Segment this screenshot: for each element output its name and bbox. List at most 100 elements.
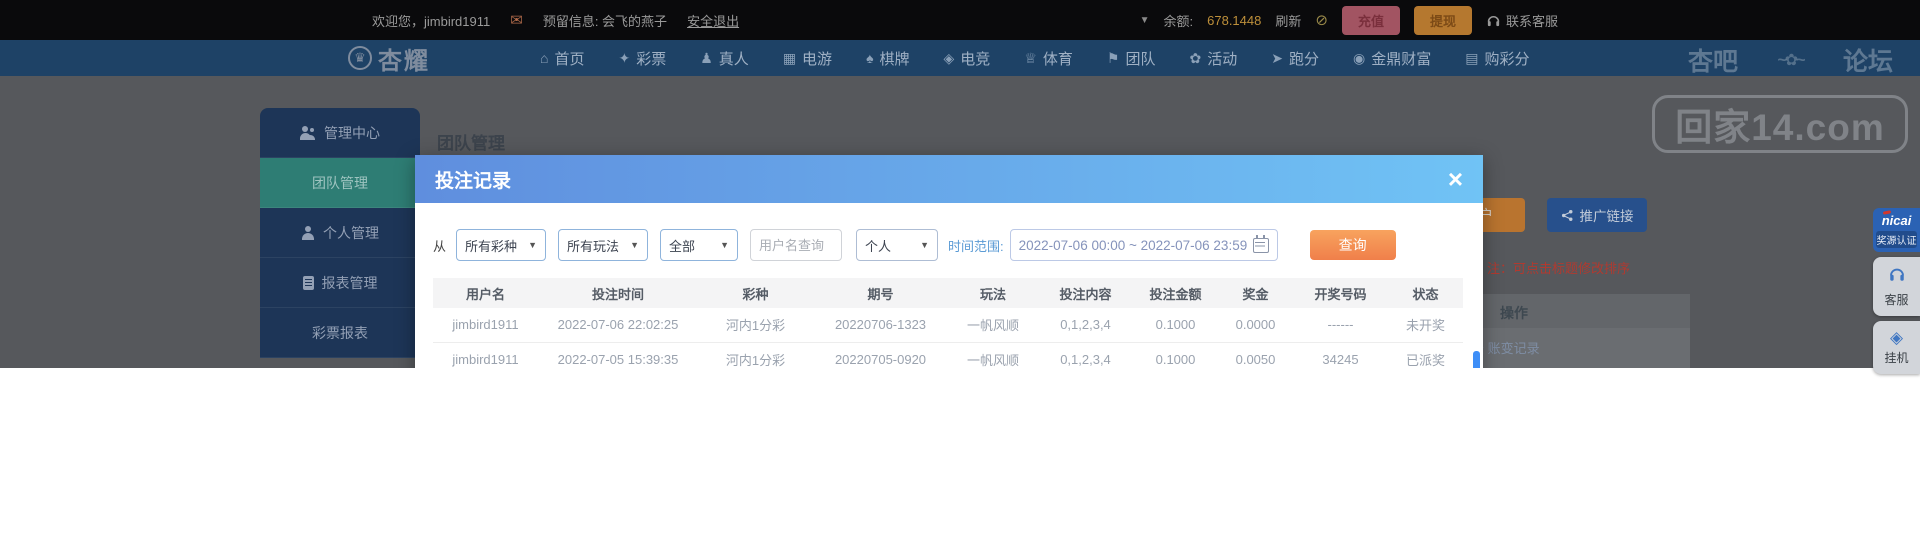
flourish-ornament: ~✿~ xyxy=(1777,52,1805,69)
calendar-icon[interactable] xyxy=(1252,234,1269,253)
nav-item-home[interactable]: ⌂ 首页 xyxy=(540,48,584,69)
nav-label: 电游 xyxy=(802,50,833,68)
withdraw-button[interactable]: 提现 xyxy=(1413,5,1472,35)
floating-widgets: nicai 奖源认证 客服 ◈ 挂机 xyxy=(1873,208,1920,374)
slot-machine-icon: ▦ xyxy=(782,49,797,66)
status-badge: 已派奖 xyxy=(1388,342,1463,368)
cell-bet-time: 2022-07-06 22:02:25 xyxy=(538,308,698,343)
filter-bar: 从 所有彩种 ▼ 所有玩法 ▼ 全部 ▼ 个人 ▼ 时间范围: 2022-07-06 0… xyxy=(433,228,1465,262)
refresh-link[interactable]: 刷新 xyxy=(1275,11,1301,30)
promo-link-label: 推广链接 xyxy=(1579,209,1634,224)
nav-item-sports[interactable]: ♕ 体育 xyxy=(1024,48,1073,69)
col-content[interactable]: 投注内容 xyxy=(1038,278,1133,308)
scope-select[interactable]: 全部 ▼ xyxy=(660,229,739,261)
headset-icon xyxy=(1487,15,1500,26)
col-numbers[interactable]: 开奖号码 xyxy=(1293,278,1388,308)
nav-label: 彩票 xyxy=(636,50,667,68)
nav-item-slots[interactable]: ▦ 电游 xyxy=(783,48,832,69)
nav-item-wealth[interactable]: ◉ 金鼎财富 xyxy=(1353,48,1431,69)
cell-play: 一帆风顺 xyxy=(948,342,1038,368)
person-select[interactable]: 个人 ▼ xyxy=(856,229,939,261)
mail-icon[interactable]: ✉ xyxy=(510,11,523,29)
nav-item-lottery[interactable]: ✦ 彩票 xyxy=(618,48,666,69)
table-scrollbar[interactable] xyxy=(1473,351,1480,368)
modal-title: 投注记录 xyxy=(435,170,512,192)
home-icon: ⌂ xyxy=(540,50,549,66)
sidebar-item-label: 管理中心 xyxy=(324,124,380,141)
site-logo[interactable]: ♛ 杏耀 xyxy=(348,41,430,76)
col-prize[interactable]: 奖金 xyxy=(1218,278,1293,308)
nav-item-team[interactable]: ⚑ 团队 xyxy=(1107,48,1156,69)
nav-item-cards[interactable]: ♠ 棋牌 xyxy=(866,48,909,69)
bet-record-table: 用户名 投注时间 彩种 期号 玩法 投注内容 投注金额 奖金 开奖号码 状态 j… xyxy=(433,278,1463,368)
col-play[interactable]: 玩法 xyxy=(948,278,1038,308)
col-amount[interactable]: 投注金额 xyxy=(1133,278,1218,308)
sidebar-item-lottery-report[interactable]: 彩票报表 xyxy=(260,308,420,358)
date-range-input[interactable]: 2022-07-06 00:00 ~ 2022-07-06 23:59 xyxy=(1009,229,1278,261)
close-icon[interactable]: × xyxy=(1448,166,1463,192)
nicai-cert-widget[interactable]: nicai 奖源认证 xyxy=(1873,208,1920,252)
document-icon xyxy=(302,275,314,290)
col-username[interactable]: 用户名 xyxy=(433,278,538,308)
modal-header: 投注记录 × xyxy=(415,155,1483,203)
table-row: jimbird1911 2022-07-05 15:39:35 河内1分彩 20… xyxy=(433,342,1463,368)
contact-service[interactable]: 联系客服 xyxy=(1486,11,1558,30)
col-lottery[interactable]: 彩种 xyxy=(698,278,813,308)
cell-lottery: 河内1分彩 xyxy=(698,342,813,368)
scope-value: 全部 xyxy=(669,238,696,254)
play-type-select[interactable]: 所有玩法 ▼ xyxy=(558,229,649,261)
sidebar-item-label: 彩票报表 xyxy=(312,324,368,341)
nav-item-esports[interactable]: ◈ 电竞 xyxy=(944,48,991,69)
date-range-value: 2022-07-06 00:00 ~ 2022-07-06 23:59 xyxy=(1018,237,1248,253)
cell-content: 0,1,2,3,4 xyxy=(1038,308,1133,343)
nav-label: 首页 xyxy=(554,50,585,68)
top-bar-right: ▼ 余额: 678.1448 刷新 ⊘ 充值 提现 联系客服 xyxy=(1140,5,1558,35)
hangup-label: 挂机 xyxy=(1884,351,1909,365)
nav-item-goucaifen[interactable]: ▤ 购彩分 xyxy=(1465,48,1529,69)
sidebar-item-personal-management[interactable]: 个人管理 xyxy=(260,208,420,258)
page: 欢迎您，jimbird1911 ✉ 预留信息: 会飞的燕子 安全退出 ▼ 余额:… xyxy=(0,0,1920,548)
col-bet-time[interactable]: 投注时间 xyxy=(538,278,698,308)
site-logo-text: 杏耀 xyxy=(378,47,430,75)
person-icon xyxy=(301,225,315,240)
chevron-down-icon: ▼ xyxy=(630,240,640,250)
recharge-button[interactable]: 充值 xyxy=(1341,5,1400,35)
sidebar-item-team-management[interactable]: 团队管理 xyxy=(260,158,420,208)
promo-link-button[interactable]: 推广链接 xyxy=(1547,198,1647,232)
cell-amount: 0.1000 xyxy=(1133,308,1218,343)
cell-lottery: 河内1分彩 xyxy=(698,308,813,343)
nav-label: 真人 xyxy=(718,50,749,68)
eye-slash-icon[interactable]: ⊘ xyxy=(1315,11,1328,29)
hangup-widget[interactable]: ◈ 挂机 xyxy=(1873,321,1920,374)
cell-bet-time: 2022-07-05 15:39:35 xyxy=(538,342,698,368)
col-issue[interactable]: 期号 xyxy=(813,278,948,308)
username-search-input[interactable] xyxy=(750,229,843,261)
sidebar-item-label: 报表管理 xyxy=(321,274,378,291)
customer-service-widget[interactable]: 客服 xyxy=(1873,257,1920,316)
sort-hint-note: 注：可点击标题修改排序 xyxy=(1487,261,1631,276)
time-range-label: 时间范围: xyxy=(948,238,1004,254)
cell-content: 0,1,2,3,4 xyxy=(1038,342,1133,368)
nav-item-paofen[interactable]: ➤ 跑分 xyxy=(1271,48,1319,69)
nav-item-activity[interactable]: ✿ 活动 xyxy=(1189,48,1237,69)
nav-item-live[interactable]: ♟ 真人 xyxy=(700,48,749,69)
welcome-text: 欢迎您，jimbird1911 xyxy=(372,13,491,29)
gamepad-icon: ◈ xyxy=(943,49,955,66)
cell-issue: 20220706-1323 xyxy=(813,308,948,343)
share-icon xyxy=(1561,209,1572,221)
sidebar-item-admin-center[interactable]: 管理中心 xyxy=(260,108,420,158)
logout-link[interactable]: 安全退出 xyxy=(687,11,739,30)
chevron-down-icon[interactable]: ▼ xyxy=(1140,15,1150,26)
col-status[interactable]: 状态 xyxy=(1388,278,1463,308)
headset-icon xyxy=(1889,268,1904,281)
nav-label: 棋牌 xyxy=(879,50,910,68)
trophy-icon: ♕ xyxy=(1024,49,1037,66)
crown-logo-icon: ♛ xyxy=(348,46,372,70)
lottery-type-value: 所有彩种 xyxy=(465,238,518,254)
contact-service-label: 联系客服 xyxy=(1505,13,1558,29)
sidebar-item-report-management[interactable]: 报表管理 xyxy=(260,258,420,308)
query-button[interactable]: 查询 xyxy=(1309,230,1396,260)
sidebar: 管理中心 团队管理 个人管理 报表管理 彩票报表 xyxy=(260,108,420,358)
lottery-type-select[interactable]: 所有彩种 ▼ xyxy=(456,229,547,261)
cell-amount: 0.1000 xyxy=(1133,342,1218,368)
